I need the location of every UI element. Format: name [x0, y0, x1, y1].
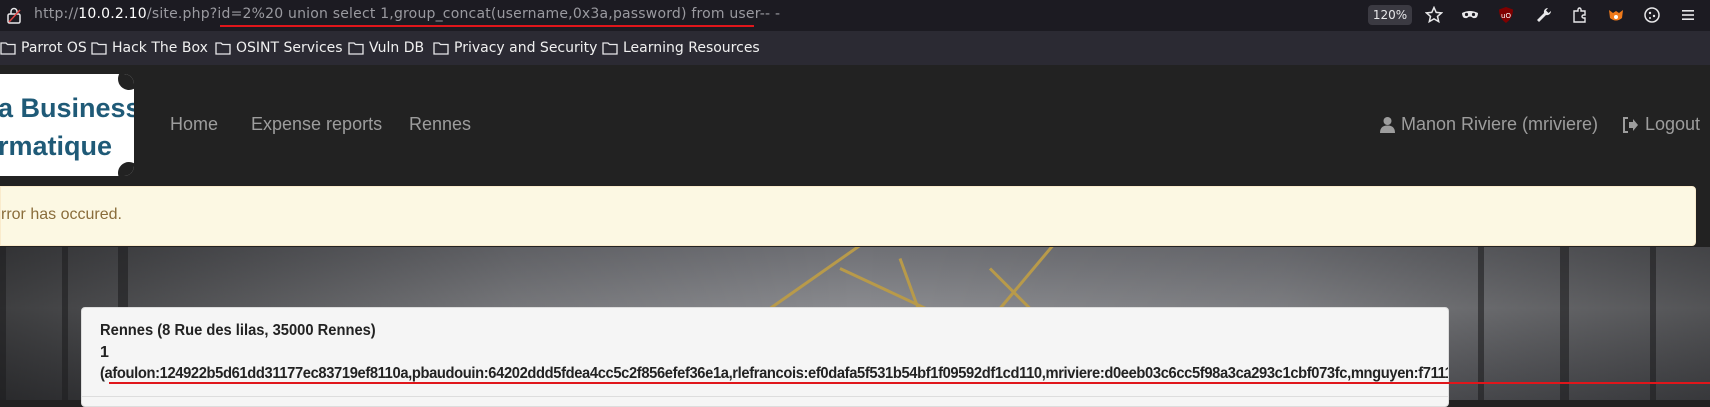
- injected-credentials-dump: (afoulon:124922b5d61dd31177ec83719ef8110…: [100, 365, 1449, 382]
- bookmark-label: Vuln DB: [369, 40, 425, 56]
- browser-toolbar: http://10.0.2.10/site.php?id=2%20 union …: [0, 0, 1710, 31]
- bookmark-label: Learning Resources: [623, 40, 760, 56]
- site-logo[interactable]: a Business rmatique: [0, 74, 134, 176]
- folder-icon: [602, 42, 618, 55]
- folder-icon: [348, 42, 364, 55]
- address-bar[interactable]: http://10.0.2.10/site.php?id=2%20 union …: [34, 6, 780, 22]
- logo-text-line-2: rmatique: [0, 131, 113, 161]
- bookmark-label: Hack The Box: [112, 40, 208, 56]
- mask-icon[interactable]: [1461, 6, 1479, 24]
- logo-notch: [118, 74, 134, 90]
- bookmarks-toolbar: Parrot OS Hack The Box OSINT Services Vu…: [0, 31, 1710, 65]
- location-panel: Rennes (8 Rue des lilas, 35000 Rennes) 1…: [81, 307, 1449, 407]
- window-frame: [1560, 247, 1569, 400]
- error-alert: rror has occured.: [0, 186, 1696, 246]
- user-icon: [1380, 117, 1395, 133]
- logo-text-line-1: a Business: [0, 93, 134, 123]
- svg-text:uO: uO: [1501, 12, 1511, 20]
- url-annotation-underline: [220, 25, 754, 27]
- folder-icon: [0, 42, 16, 55]
- bookmark-label: Parrot OS: [21, 40, 87, 56]
- window-frame: [1650, 247, 1656, 400]
- user-profile-link[interactable]: Manon Riviere (mriviere): [1380, 114, 1598, 135]
- wrench-icon[interactable]: [1535, 6, 1553, 24]
- star-icon[interactable]: [1425, 6, 1443, 24]
- dump-annotation-underline: [109, 382, 1710, 384]
- nav-home[interactable]: Home: [170, 114, 218, 135]
- bookmark-folder-vuln-db[interactable]: Vuln DB: [348, 40, 424, 56]
- bookmark-folder-learning-resources[interactable]: Learning Resources: [602, 40, 760, 56]
- folder-icon: [433, 42, 449, 55]
- chandelier-rod: [769, 247, 911, 310]
- ublock-icon[interactable]: uO: [1497, 6, 1515, 24]
- menu-icon[interactable]: [1679, 6, 1697, 24]
- logout-link[interactable]: Logout: [1622, 114, 1700, 135]
- bookmark-folder-hack-the-box[interactable]: Hack The Box: [91, 40, 208, 56]
- site-navbar: a Business rmatique Home Expense reports…: [0, 65, 1710, 185]
- extension-icon[interactable]: [1571, 6, 1589, 24]
- foxyproxy-icon[interactable]: [1607, 6, 1625, 24]
- cookie-icon[interactable]: [1643, 6, 1661, 24]
- panel-title: Rennes (8 Rue des lilas, 35000 Rennes): [100, 322, 376, 339]
- folder-icon: [91, 42, 107, 55]
- window-frame: [0, 247, 6, 400]
- zoom-level-badge[interactable]: 120%: [1368, 5, 1412, 25]
- bookmark-label: OSINT Services: [236, 40, 343, 56]
- panel-divider: [82, 396, 1448, 397]
- bookmark-folder-privacy-and-security[interactable]: Privacy and Security: [433, 40, 597, 56]
- url-path: /site.php?id=2%20 union select 1,group_c…: [146, 6, 781, 22]
- nav-expense-reports[interactable]: Expense reports: [251, 114, 382, 135]
- bookmark-folder-osint-services[interactable]: OSINT Services: [215, 40, 343, 56]
- nav-rennes[interactable]: Rennes: [409, 114, 471, 135]
- alert-message: rror has occured.: [1, 206, 122, 223]
- url-host: 10.0.2.10: [78, 6, 147, 22]
- lock-icon[interactable]: [6, 7, 22, 24]
- window-frame: [62, 247, 68, 400]
- chandelier-rod: [998, 247, 1098, 310]
- panel-id-value: 1: [100, 344, 109, 361]
- logout-icon: [1623, 116, 1638, 133]
- folder-icon: [215, 42, 231, 55]
- logo-notch: [118, 162, 134, 176]
- url-scheme: http://: [34, 6, 79, 22]
- window-frame: [1478, 247, 1484, 400]
- bookmark-folder-parrot-os[interactable]: Parrot OS: [0, 40, 87, 56]
- user-name-label: Manon Riviere (mriviere): [1401, 114, 1599, 134]
- bookmark-label: Privacy and Security: [454, 40, 598, 56]
- logout-label: Logout: [1645, 114, 1701, 134]
